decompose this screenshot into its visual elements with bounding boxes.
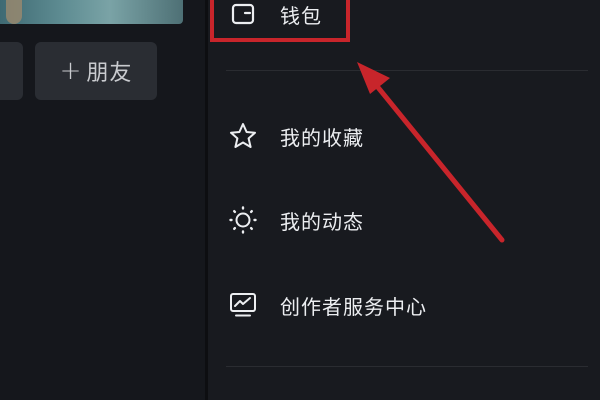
wallet-icon (228, 0, 258, 29)
plus-icon: + (59, 56, 83, 86)
menu-separator (226, 366, 588, 367)
add-friend-button[interactable]: + 朋友 (35, 42, 157, 100)
menu-item-wallet[interactable]: 钱包 (228, 0, 322, 34)
menu-separator (226, 70, 588, 71)
side-drawer-menu: 钱包 我的收藏 我的动态 创作者服务中心 (208, 0, 600, 400)
menu-item-favorites[interactable]: 我的收藏 (228, 116, 364, 156)
sun-icon (228, 205, 258, 235)
menu-item-activity[interactable]: 我的动态 (228, 200, 364, 240)
menu-item-label: 我的动态 (280, 209, 364, 234)
cover-photo-figure (6, 0, 22, 24)
profile-panel: + 朋友 (0, 0, 205, 400)
edit-profile-button[interactable] (0, 42, 23, 100)
menu-item-creator-center[interactable]: 创作者服务中心 (228, 285, 427, 325)
cover-photo (0, 0, 183, 24)
app-screen: + 朋友 钱包 我的收藏 我的动态 创作者服务中心 (0, 0, 600, 400)
add-friend-label: 朋友 (86, 61, 133, 86)
menu-item-label: 创作者服务中心 (280, 294, 427, 319)
star-icon (228, 121, 258, 151)
menu-item-label: 我的收藏 (280, 125, 364, 150)
menu-item-label: 钱包 (280, 3, 322, 28)
chart-monitor-icon (228, 290, 258, 320)
